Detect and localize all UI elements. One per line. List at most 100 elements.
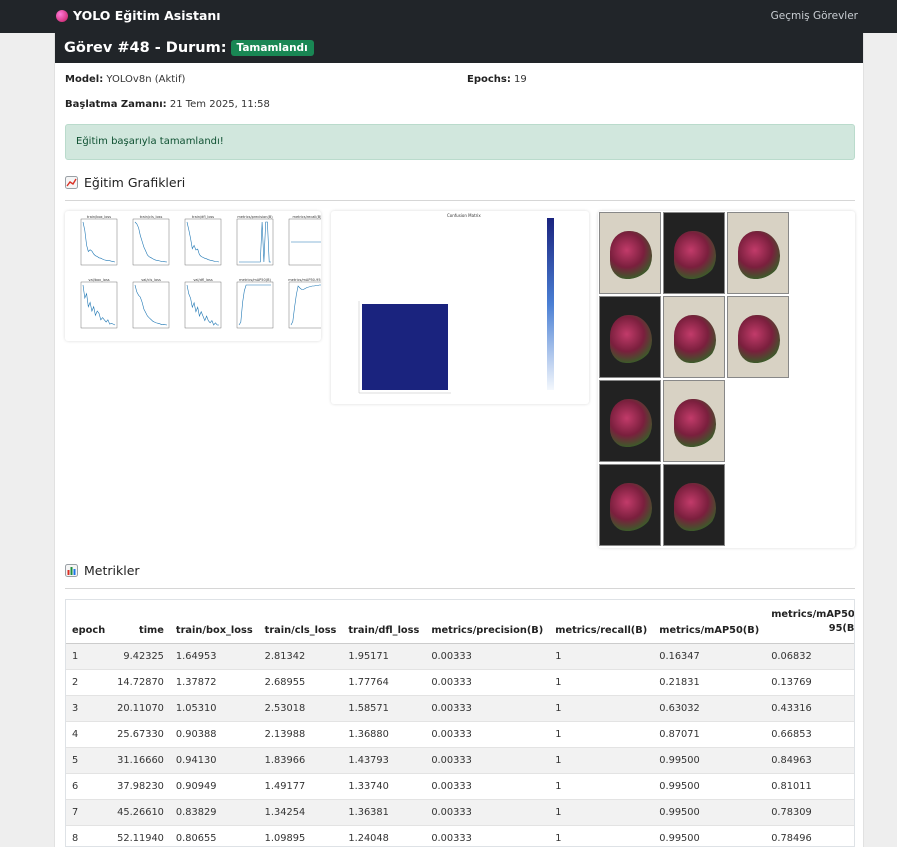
- table-cell: 1: [549, 747, 654, 774]
- table-cell: 0.78309: [765, 799, 854, 826]
- top-navbar: YOLO Eğitim Asistanı Geçmiş Görevler: [0, 0, 897, 33]
- table-cell: 1: [549, 721, 654, 748]
- plant-leaves: [674, 399, 716, 447]
- subplot-frame: [184, 281, 222, 329]
- history-link[interactable]: Geçmiş Görevler: [771, 10, 858, 22]
- metrics-table: epoch time train/box_loss train/cls_loss…: [66, 600, 854, 846]
- table-cell: 0.00333: [425, 721, 550, 748]
- metrics-table-container[interactable]: epoch time train/box_loss train/cls_loss…: [65, 599, 855, 847]
- table-cell: 0.99500: [653, 825, 766, 846]
- brand-link[interactable]: YOLO Eğitim Asistanı: [56, 8, 221, 23]
- table-cell: 1.37872: [169, 669, 259, 696]
- subplot-title: metrics/precision(B): [237, 215, 273, 219]
- table-cell: 0.00333: [425, 695, 550, 722]
- col-header-epoch: epoch: [66, 600, 112, 644]
- results-subplot: val/dfl_loss: [184, 278, 222, 329]
- subplot-title: metrics/mAP50(B): [239, 278, 271, 282]
- table-cell: 1.83966: [258, 747, 343, 774]
- table-cell: 0.00333: [425, 643, 550, 670]
- subplot-frame: [132, 281, 170, 329]
- col-header-train-dfl-loss: train/dfl_loss: [342, 600, 426, 644]
- results-subplot: train/cls_loss: [132, 215, 170, 266]
- subplot-title: train/cls_loss: [140, 215, 163, 219]
- table-cell: 1: [549, 773, 654, 800]
- table-cell: 0.00333: [425, 825, 550, 846]
- table-cell: 4: [66, 721, 112, 748]
- plant-leaves: [610, 315, 652, 363]
- val-batch-image-grid[interactable]: [598, 211, 855, 548]
- table-cell: 0.16347: [653, 643, 766, 670]
- results-subplot: train/dfl_loss: [184, 215, 222, 266]
- confusion-matrix-title: Confusion Matrix: [447, 213, 481, 218]
- val-image-tile: [663, 296, 725, 378]
- subplot-frame: [80, 281, 118, 329]
- table-cell: 9.42325: [111, 643, 170, 670]
- metrics-section-title: Metrikler: [65, 563, 140, 578]
- results-subplot: val/box_loss: [80, 278, 118, 329]
- table-cell: 0.13769: [765, 669, 854, 696]
- val-image-tile: [663, 464, 725, 546]
- table-cell: 2.13988: [258, 721, 343, 748]
- table-row: 7 45.26610 0.83829 1.34254 1.36381 0.00333 1 0.…: [66, 799, 854, 826]
- epochs-value: 19: [514, 74, 527, 85]
- status-badge: Tamamlandı: [230, 40, 314, 56]
- table-cell: 0.00333: [425, 669, 550, 696]
- table-row: 6 37.98230 0.90949 1.49177 1.33740 0.00333 1 0.…: [66, 773, 854, 800]
- table-cell: 1.49177: [258, 773, 343, 800]
- task-card: Görev #48 - Durum: Tamamlandı Model: YOL…: [54, 33, 864, 847]
- plant-leaves: [674, 231, 716, 279]
- table-cell: 0.99500: [653, 747, 766, 774]
- bar-chart-icon: [65, 564, 78, 577]
- subplot-title: train/dfl_loss: [192, 215, 214, 219]
- table-cell: 14.72870: [111, 669, 170, 696]
- results-plot[interactable]: train/box_loss train/cls_loss train/dfl_lo…: [65, 211, 321, 341]
- table-cell: 37.98230: [111, 773, 170, 800]
- table-cell: 1.05310: [169, 695, 259, 722]
- table-cell: 0.94130: [169, 747, 259, 774]
- start-time-info: Başlatma Zamanı: 21 Tem 2025, 11:58: [65, 99, 270, 110]
- val-image-tile: [599, 212, 661, 294]
- val-image-tile: [663, 380, 725, 462]
- table-cell: 2.68955: [258, 669, 343, 696]
- table-cell: 1.33740: [342, 773, 426, 800]
- plant-leaves: [610, 483, 652, 531]
- results-subplot: metrics/mAP50-95(B): [288, 278, 321, 329]
- table-cell: 0.21831: [653, 669, 766, 696]
- table-cell: 1.77764: [342, 669, 426, 696]
- table-cell: 0.80655: [169, 825, 259, 846]
- subplot-frame: [184, 218, 222, 266]
- task-title: Görev #48 - Durum:: [64, 40, 227, 56]
- table-cell: 0.66853: [765, 721, 854, 748]
- col-header-precision: metrics/precision(B): [425, 600, 550, 644]
- val-image-tile: [663, 212, 725, 294]
- table-row: 2 14.72870 1.37872 2.68955 1.77764 0.00333 1 0.…: [66, 669, 854, 696]
- metrics-divider: [65, 588, 855, 589]
- results-subplot: metrics/mAP50(B): [236, 278, 274, 329]
- table-cell: 0.90949: [169, 773, 259, 800]
- table-cell: 8: [66, 825, 112, 846]
- epochs-label: Epochs:: [467, 74, 511, 85]
- charts-title-text: Eğitim Grafikleri: [84, 175, 186, 190]
- val-image-tile: [727, 212, 789, 294]
- table-cell: 0.90388: [169, 721, 259, 748]
- table-cell: 0.87071: [653, 721, 766, 748]
- results-subplot: val/cls_loss: [132, 278, 170, 329]
- table-cell: 1.09895: [258, 825, 343, 846]
- brand-logo-icon: [56, 9, 68, 22]
- table-cell: 0.99500: [653, 773, 766, 800]
- epochs-info: Epochs: 19: [467, 74, 527, 85]
- table-cell: 6: [66, 773, 112, 800]
- success-alert: Eğitim başarıyla tamamlandı!: [65, 124, 855, 160]
- val-image-tile: [599, 380, 661, 462]
- metrics-table-body: 1 9.42325 1.64953 2.81342 1.95171 0.00333 1 0.1…: [66, 643, 854, 846]
- confusion-matrix-plot[interactable]: Confusion Matrix: [331, 211, 589, 404]
- subplot-title: train/box_loss: [87, 215, 111, 219]
- table-cell: 2: [66, 669, 112, 696]
- table-cell: 1.36381: [342, 799, 426, 826]
- plant-leaves: [738, 231, 780, 279]
- results-subplot: metrics/recall(B): [288, 215, 321, 266]
- table-cell: 2.53018: [258, 695, 343, 722]
- metrics-table-header-row: epoch time train/box_loss train/cls_loss…: [66, 600, 854, 644]
- table-cell: 0.00333: [425, 799, 550, 826]
- plant-leaves: [738, 315, 780, 363]
